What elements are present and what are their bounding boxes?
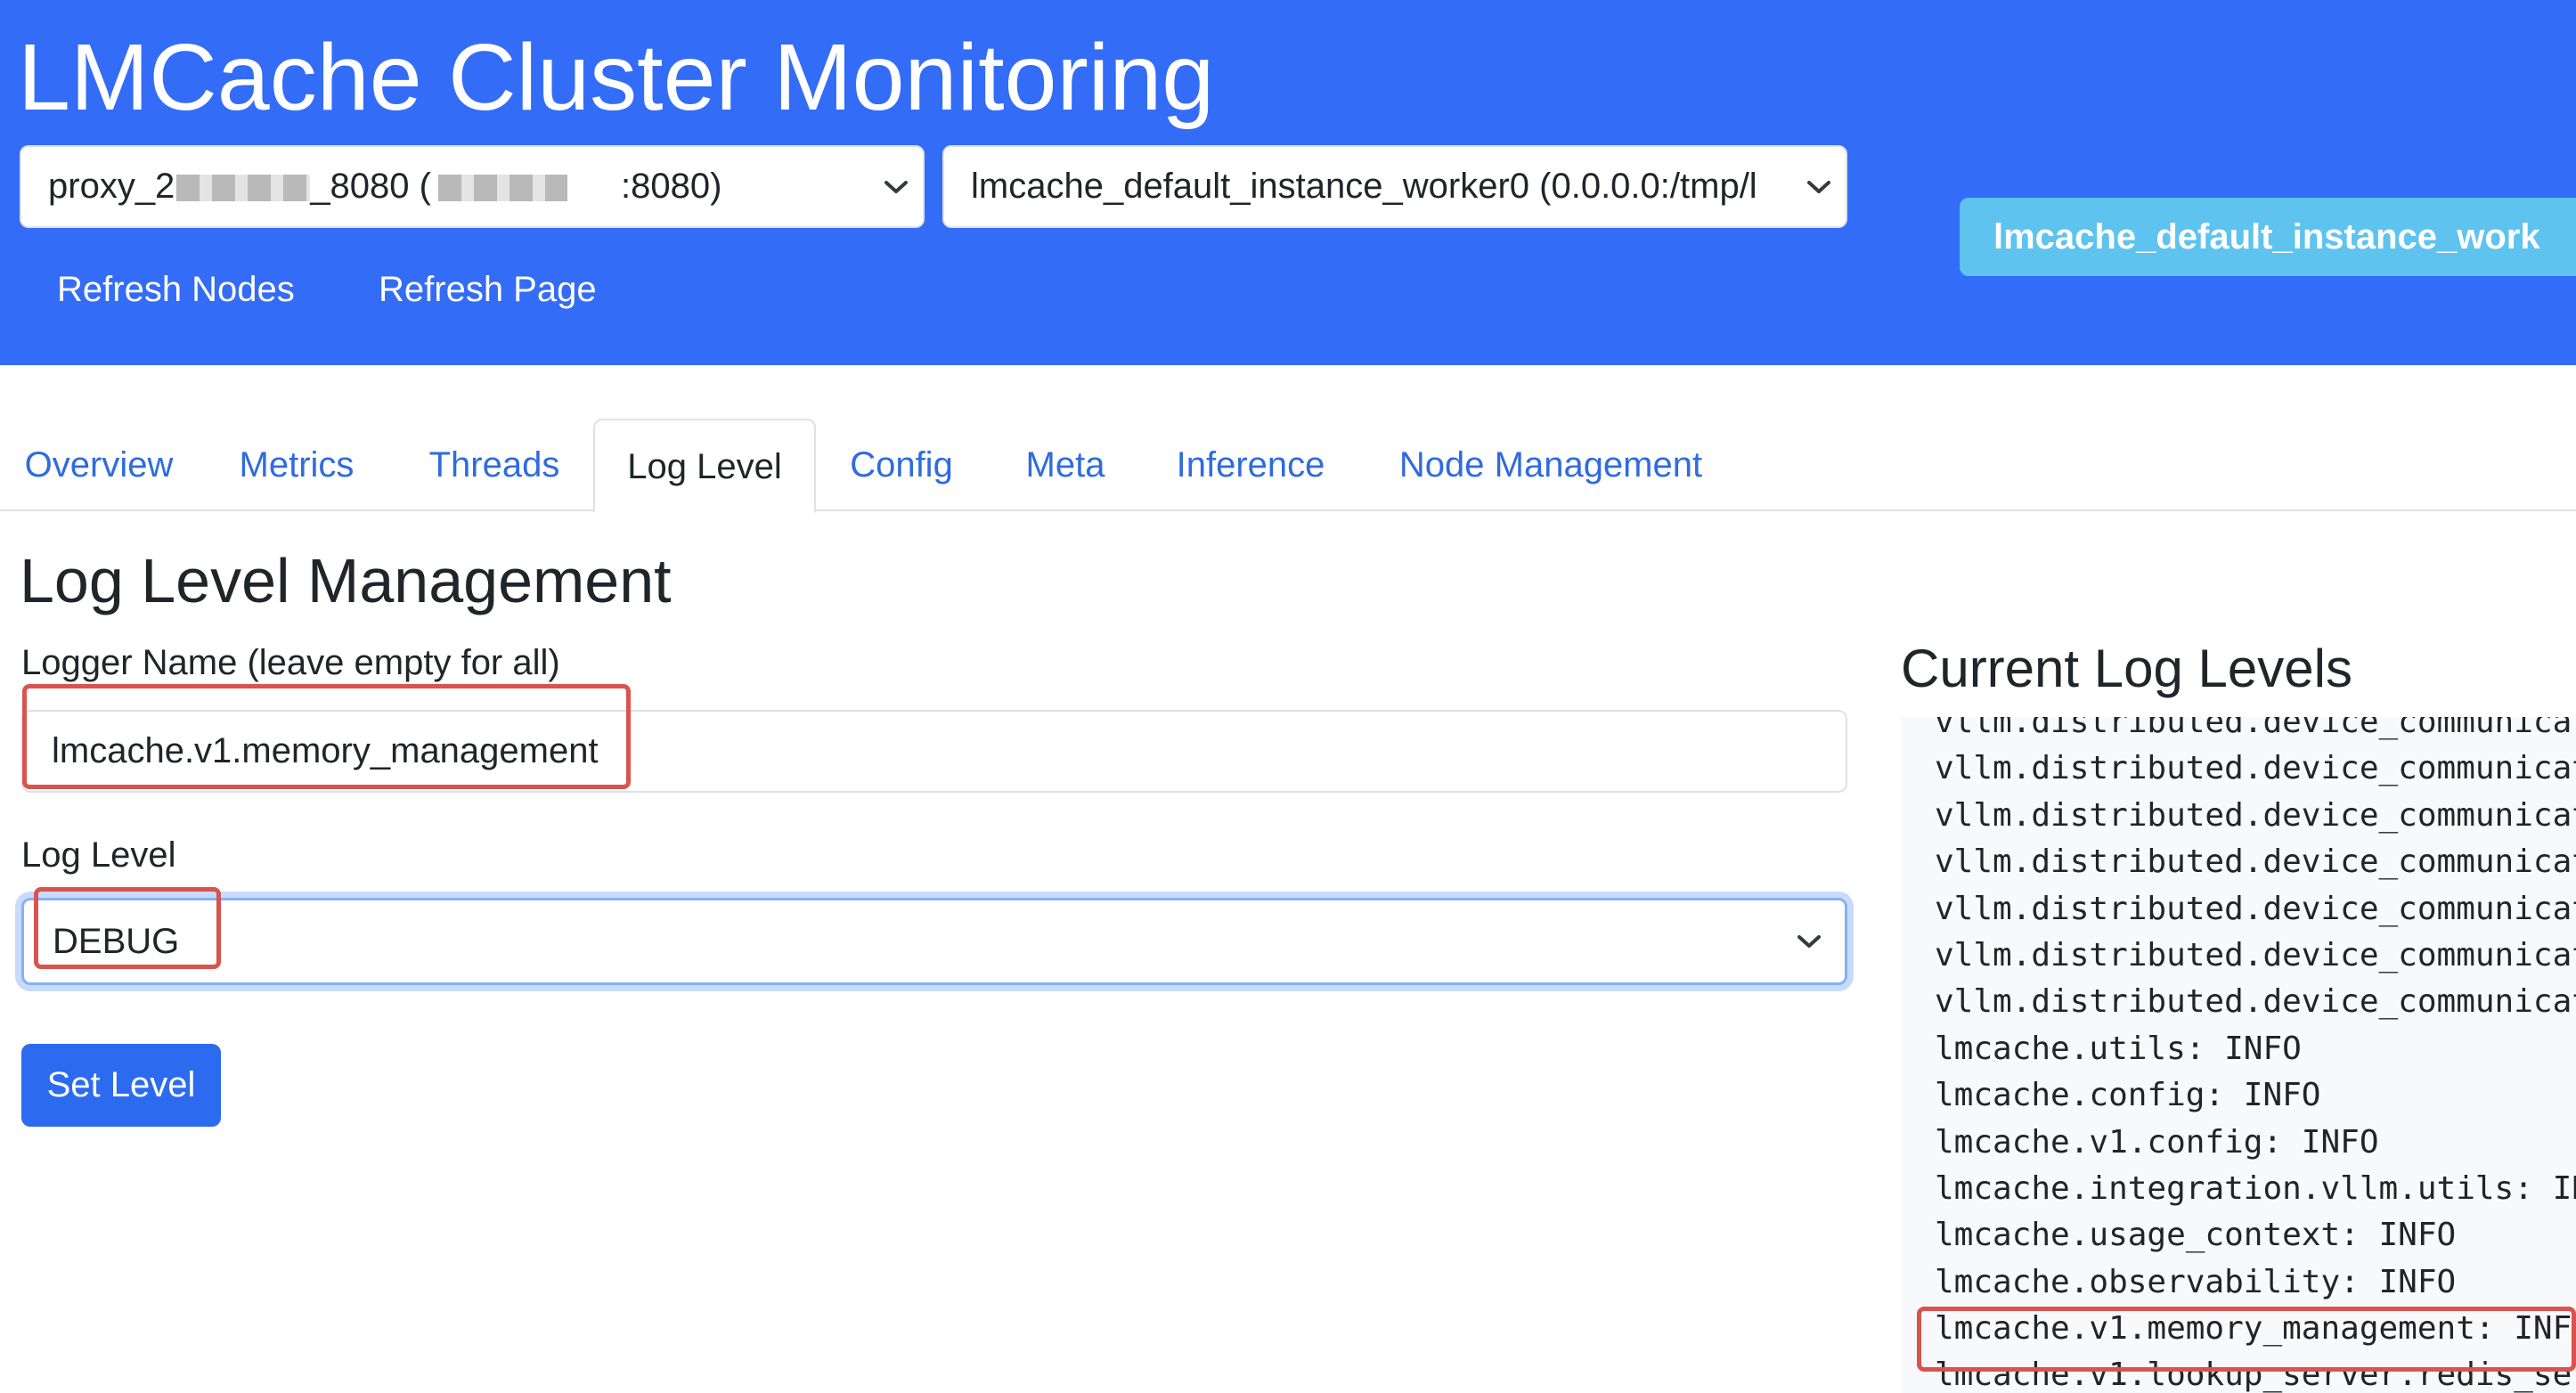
current-instance-badge: lmcache_default_instance_work	[1960, 198, 2576, 276]
set-level-button[interactable]: Set Level	[21, 1044, 221, 1127]
logger-name-input[interactable]	[21, 710, 1847, 793]
log-level-entry: vllm.distributed.device_communicat	[1935, 983, 2576, 1021]
chevron-down-icon	[1792, 178, 1846, 196]
log-level-entry: vllm.distributed.device_communicat	[1935, 750, 2576, 787]
proxy-node-select[interactable]: proxy_2 _8080 (:8080)	[20, 145, 925, 228]
tab-threads[interactable]: Threads	[395, 419, 593, 511]
chevron-down-icon	[869, 178, 923, 196]
log-level-entry: lmcache.observability: INFO	[1935, 1263, 2457, 1300]
log-level-entry: vllm.distributed.device_communicat	[1935, 796, 2576, 834]
app-header: LMCache Cluster Monitoring proxy_2 _8080 …	[0, 0, 2576, 365]
nav-tabs: Overview Metrics Threads Log Level Confi…	[0, 419, 2576, 513]
redacted-ip	[437, 175, 567, 202]
tab-overview[interactable]: Overview	[0, 419, 198, 511]
log-level-entry: vllm.distributed.device_communicat	[1935, 890, 2576, 927]
tab-inference[interactable]: Inference	[1144, 419, 1357, 511]
current-log-levels-title: Current Log Levels	[1901, 639, 2352, 698]
log-level-entry: lmcache.v1.config: INFO	[1935, 1123, 2379, 1161]
tab-node-management[interactable]: Node Management	[1357, 419, 1744, 511]
log-level-entry: lmcache.config: INFO	[1935, 1077, 2321, 1114]
log-level-entry: lmcache.v1.lookup_server.redis_ser	[1935, 1356, 2576, 1393]
log-level-entry: vllm.distributed.device_communicat	[1935, 717, 2576, 740]
tab-meta[interactable]: Meta	[987, 419, 1144, 511]
tab-config[interactable]: Config	[816, 419, 987, 511]
log-level-label: Log Level	[21, 835, 176, 875]
log-level-entry: lmcache.usage_context: INFO	[1935, 1217, 2457, 1254]
section-title: Log Level Management	[20, 546, 672, 615]
refresh-nodes-button[interactable]: Refresh Nodes	[57, 258, 295, 321]
tab-metrics[interactable]: Metrics	[198, 419, 395, 511]
tab-log-level[interactable]: Log Level	[593, 419, 816, 513]
log-level-entry: lmcache.utils: INFO	[1935, 1030, 2302, 1067]
refresh-page-button[interactable]: Refresh Page	[379, 258, 597, 321]
log-levels-list: vllm.distributed.device_communicat vllm.…	[1935, 717, 2576, 1393]
log-level-entry: vllm.distributed.device_communicat	[1935, 843, 2576, 881]
redacted-ip	[176, 175, 311, 202]
chevron-down-icon	[1773, 933, 1845, 950]
log-level-entry: lmcache.v1.memory_management: INFO	[1935, 1310, 2576, 1348]
instance-select[interactable]: lmcache_default_instance_worker0 (0.0.0.…	[942, 145, 1847, 228]
log-level-entry: lmcache.integration.vllm.utils: IN	[1935, 1169, 2576, 1207]
instance-select-value: lmcache_default_instance_worker0 (0.0.0.…	[971, 167, 1757, 206]
proxy-node-select-value: proxy_2 _8080 (:8080)	[48, 167, 722, 206]
log-level-select-value: DEBUG	[53, 921, 180, 961]
logger-name-label: Logger Name (leave empty for all)	[21, 643, 560, 682]
app-title: LMCache Cluster Monitoring	[18, 25, 1215, 130]
log-level-entry: vllm.distributed.device_communicat	[1935, 936, 2576, 973]
current-log-levels-panel[interactable]: vllm.distributed.device_communicat vllm.…	[1901, 717, 2576, 1393]
log-level-select[interactable]: DEBUG	[21, 898, 1847, 985]
